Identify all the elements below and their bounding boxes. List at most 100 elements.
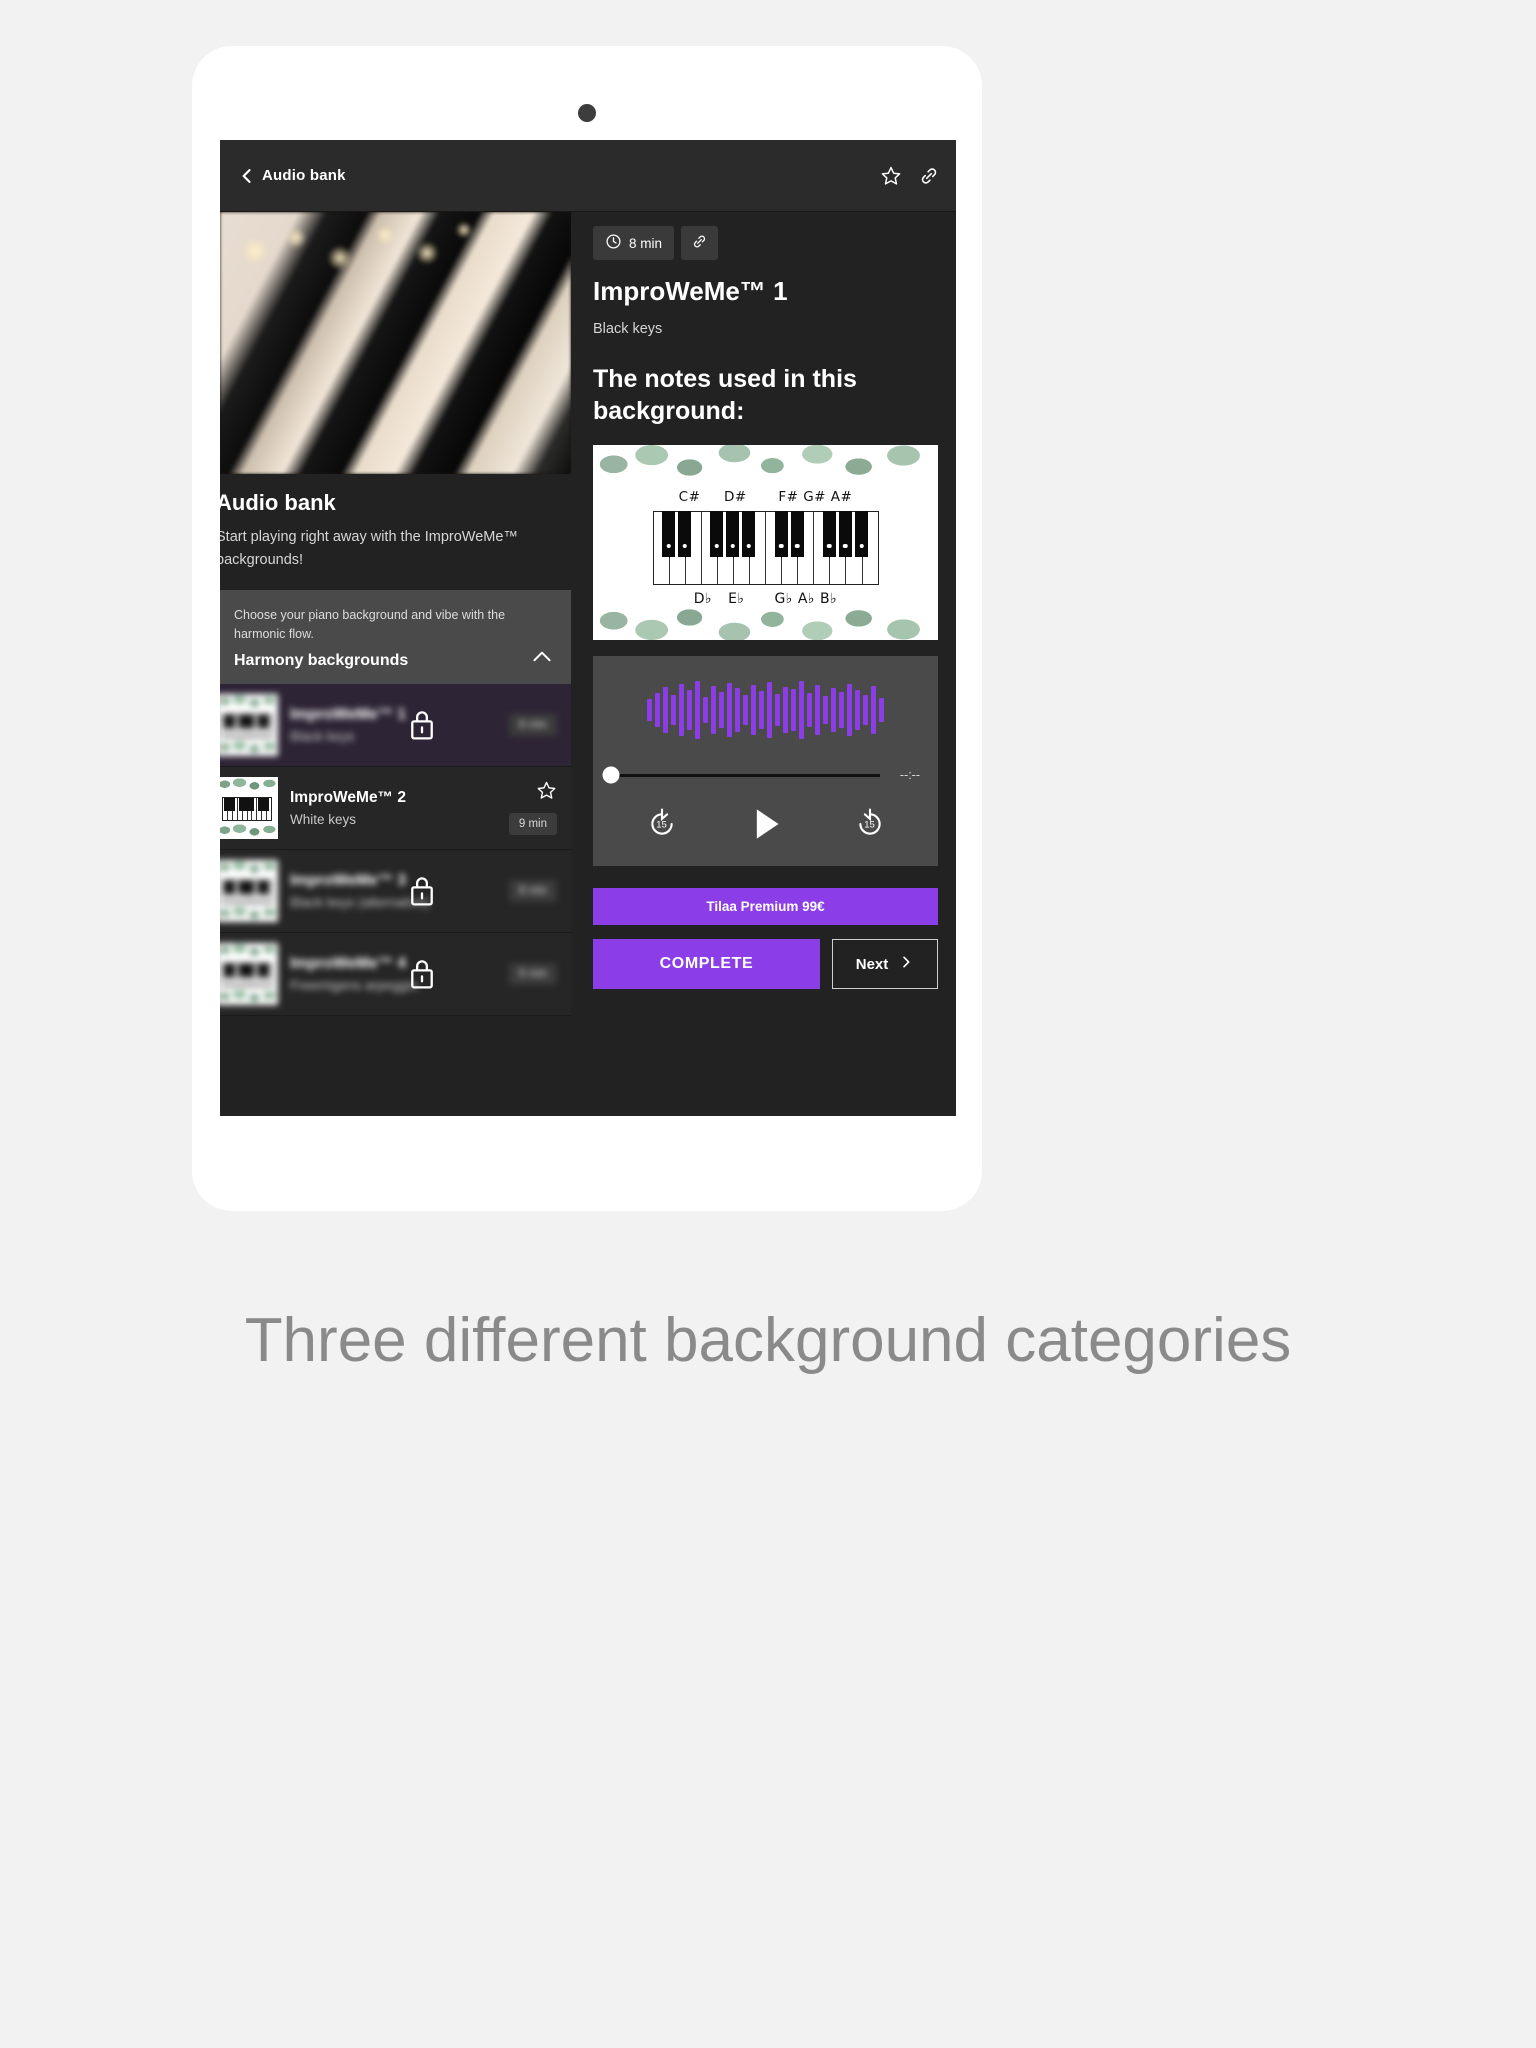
- sharp-label: G#: [803, 489, 826, 505]
- screen-body: Audio bank Start playing right away with…: [220, 212, 956, 1116]
- rewind-15-icon[interactable]: 15: [645, 807, 679, 841]
- waveform-bar: [791, 689, 796, 731]
- forward-15-icon[interactable]: 15: [853, 807, 887, 841]
- waveform-bar: [775, 694, 780, 726]
- app-bar-actions: [880, 165, 940, 187]
- star-outline-icon[interactable]: [536, 780, 557, 806]
- track-list-item[interactable]: ImproWeMe™ 1 Black keys 8 min: [220, 683, 571, 767]
- waveform-bar: [743, 695, 748, 725]
- sharp-label: C#: [678, 489, 701, 505]
- track-subtitle: Freemigens arpeggio: [290, 977, 418, 993]
- app-bar: Audio bank: [220, 140, 956, 212]
- page-caption: Three different background categories: [244, 1306, 1292, 1375]
- track-list-item[interactable]: ImproWeMe™ 3 Black keys (alternative) 8 …: [220, 849, 571, 933]
- waveform-bar: [655, 693, 660, 727]
- audio-player: --:-- 15 15: [593, 656, 938, 866]
- track-subtitle: Black keys (alternative): [290, 894, 430, 910]
- sharp-note-labels: C# D# F# G# A#: [593, 489, 938, 505]
- track-duration-badge: 8 min: [508, 879, 557, 902]
- lock-icon: [407, 874, 437, 908]
- track-list-item[interactable]: ImproWeMe™ 4 Freemigens arpeggio 5 min: [220, 932, 571, 1016]
- track-thumbnail: [220, 693, 278, 756]
- notes-section-heading: The notes used in this background:: [593, 365, 857, 425]
- chevron-right-icon: [898, 954, 914, 974]
- complete-button[interactable]: COMPLETE: [593, 939, 820, 989]
- chevron-up-icon[interactable]: [529, 644, 555, 670]
- track-thumbnail: [220, 942, 278, 1005]
- track-meta: 8 min: [508, 713, 557, 736]
- piano-notes-diagram: C# D# F# G# A# D♭ E♭ G♭ A♭ B♭: [593, 445, 938, 640]
- waveform-bar: [679, 684, 684, 736]
- track-texts: ImproWeMe™ 1 Black keys: [290, 706, 509, 744]
- waveform-bar: [799, 681, 804, 739]
- waveform-bar: [671, 695, 676, 725]
- accordion-subtitle: Choose your piano background and vibe wi…: [234, 608, 506, 641]
- track-meta: 5 min: [508, 962, 557, 985]
- waveform-bar: [751, 685, 756, 735]
- track-duration-badge: 5 min: [508, 962, 557, 985]
- harmony-backgrounds-accordion[interactable]: Choose your piano background and vibe wi…: [220, 590, 571, 684]
- share-link-chip[interactable]: [681, 226, 719, 260]
- waveform-bar: [807, 693, 812, 727]
- player-controls: 15 15: [611, 802, 920, 846]
- duration-chip-label: 8 min: [629, 235, 663, 251]
- track-subtitle: White keys: [290, 811, 357, 827]
- track-duration-badge: 8 min: [508, 713, 557, 736]
- track-title: ImproWeMe™ 2: [290, 788, 406, 806]
- flat-label: B♭: [819, 591, 838, 607]
- flat-label: G♭: [774, 591, 793, 607]
- next-button[interactable]: Next: [832, 939, 938, 989]
- waveform-bar: [831, 688, 836, 732]
- seek-knob[interactable]: [602, 766, 620, 784]
- track-subtitle: Black keys: [290, 728, 355, 744]
- waveform-bar: [855, 690, 860, 730]
- chevron-left-icon[interactable]: [236, 165, 258, 187]
- premium-subscribe-button[interactable]: Tilaa Premium 99€: [593, 888, 938, 925]
- tablet-device-frame: Audio bank Audio bank Start playing righ…: [192, 46, 982, 1211]
- track-list-item[interactable]: ImproWeMe™ 2 White keys 9 min: [220, 766, 571, 850]
- accordion-title: Harmony backgrounds: [234, 651, 409, 669]
- next-button-label: Next: [855, 955, 889, 973]
- track-thumbnail: [220, 859, 278, 922]
- track-duration-badge: 9 min: [508, 813, 557, 836]
- waveform-bar: [823, 696, 828, 724]
- clock-icon: [605, 233, 622, 253]
- seek-row: --:--: [602, 766, 920, 784]
- elapsed-time-label: --:--: [899, 768, 920, 782]
- link-icon[interactable]: [918, 165, 940, 187]
- waveform-bar: [719, 692, 724, 728]
- track-title: ImproWeMe™ 3: [290, 871, 406, 889]
- waveform-bar: [695, 681, 700, 739]
- left-caption-block: Audio bank Start playing right away with…: [220, 474, 571, 590]
- seek-slider[interactable]: [602, 766, 880, 784]
- waveform-bar: [783, 687, 788, 733]
- waveform-bar: [687, 690, 692, 730]
- flat-label: D♭: [693, 591, 713, 607]
- waveform-bar: [711, 686, 716, 734]
- waveform-bar: [735, 688, 740, 732]
- star-outline-icon[interactable]: [880, 165, 902, 187]
- track-title: ImproWeMe™ 1: [290, 705, 406, 723]
- waveform-bar: [727, 683, 732, 737]
- bottom-action-row: COMPLETE Next: [593, 939, 938, 989]
- waveform-bar: [703, 697, 708, 723]
- sharp-label: F#: [778, 489, 799, 505]
- leaf-decoration-top: [593, 445, 938, 485]
- left-panel: Audio bank Start playing right away with…: [220, 212, 571, 1116]
- waveform-bar: [839, 692, 844, 728]
- play-icon[interactable]: [746, 802, 786, 846]
- left-panel-title: Audio bank: [220, 490, 336, 515]
- sharp-label: D#: [724, 489, 747, 505]
- track-meta: 8 min: [508, 879, 557, 902]
- track-title: ImproWeMe™ 4: [290, 954, 406, 972]
- front-camera-dot: [578, 104, 596, 122]
- lock-icon: [407, 957, 437, 991]
- waveform-bar: [767, 682, 772, 738]
- lesson-meta-row: 8 min: [593, 226, 938, 260]
- waveform-bar: [863, 695, 868, 725]
- flat-label: A♭: [797, 591, 816, 607]
- waveform-bar: [847, 684, 852, 736]
- track-texts: ImproWeMe™ 4 Freemigens arpeggio: [290, 955, 509, 993]
- duration-chip[interactable]: 8 min: [593, 226, 675, 260]
- piano-keyboard: [652, 511, 879, 585]
